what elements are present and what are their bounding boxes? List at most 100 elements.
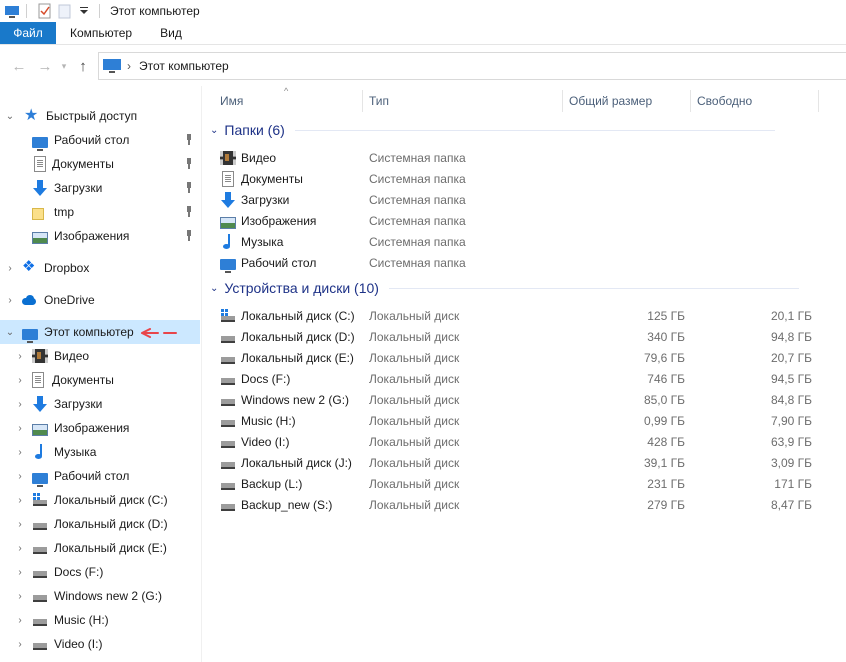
list-item[interactable]: Рабочий стол Системная папка — [220, 252, 820, 273]
drive-row[interactable]: Локальный диск (E:) Локальный диск 79,6 … — [220, 347, 820, 368]
chevron-right-icon[interactable]: › — [14, 351, 26, 362]
nav-pc-documents[interactable]: › Документы — [0, 368, 200, 392]
nav-pc-drive-g[interactable]: › Windows new 2 (G:) — [0, 584, 200, 608]
computer-app-icon — [4, 3, 20, 19]
breadcrumb-chevron-icon[interactable]: › — [127, 59, 131, 73]
drive-row[interactable]: Локальный диск (J:) Локальный диск 39,1 … — [220, 452, 820, 473]
nav-label: Music (H:) — [54, 613, 109, 627]
column-resize-handle[interactable] — [818, 90, 819, 112]
list-item[interactable]: Загрузки Системная папка — [220, 189, 820, 210]
nav-quick-desktop[interactable]: Рабочий стол — [0, 128, 200, 152]
disk-icon — [220, 392, 236, 408]
properties-icon[interactable] — [37, 3, 53, 19]
nav-label: Локальный диск (E:) — [54, 541, 167, 555]
chevron-down-icon[interactable]: ⌄ — [4, 327, 16, 338]
drive-row[interactable]: Локальный диск (D:) Локальный диск 340 Г… — [220, 326, 820, 347]
tab-file[interactable]: Файл — [0, 22, 56, 44]
address-bar[interactable]: › Этот компьютер — [98, 52, 846, 80]
chevron-right-icon[interactable]: › — [14, 399, 26, 410]
drive-row[interactable]: Backup_new (S:) Локальный диск 279 ГБ 8,… — [220, 494, 820, 515]
column-resize-handle[interactable] — [690, 90, 691, 112]
customize-toolbar-dropdown-icon[interactable] — [77, 3, 93, 19]
nav-quick-downloads[interactable]: Загрузки — [0, 176, 200, 200]
column-resize-handle[interactable] — [562, 90, 563, 112]
nav-quick-documents[interactable]: Документы — [0, 152, 200, 176]
nav-label: Музыка — [54, 445, 97, 459]
video-icon — [32, 349, 48, 363]
nav-pc-drive-h[interactable]: › Music (H:) — [0, 608, 200, 632]
chevron-right-icon[interactable]: › — [14, 471, 26, 482]
list-item[interactable]: Изображения Системная папка — [220, 210, 820, 231]
nav-pc-drive-i[interactable]: › Video (I:) — [0, 632, 200, 656]
back-button[interactable]: ← — [6, 53, 32, 79]
nav-dropbox[interactable]: › Dropbox — [0, 256, 200, 280]
nav-pc-drive-e[interactable]: › Локальный диск (E:) — [0, 536, 200, 560]
nav-quick-pictures[interactable]: Изображения — [0, 224, 200, 248]
item-name: Локальный диск (C:) — [241, 308, 355, 323]
documents-icon — [222, 170, 234, 187]
item-name: Backup (L:) — [241, 476, 303, 491]
chevron-right-icon[interactable]: › — [14, 567, 26, 578]
up-button[interactable]: ↑ — [70, 53, 96, 79]
column-header-type[interactable]: Тип — [369, 86, 389, 116]
nav-label: Docs (F:) — [54, 565, 104, 579]
chevron-right-icon[interactable]: › — [14, 375, 26, 386]
forward-button[interactable]: → — [32, 53, 58, 79]
downloads-icon — [32, 396, 48, 412]
nav-pc-drive-f[interactable]: › Docs (F:) — [0, 560, 200, 584]
tab-view[interactable]: Вид — [146, 22, 196, 44]
list-item[interactable]: Музыка Системная папка — [220, 231, 820, 252]
drive-row[interactable]: Windows new 2 (G:) Локальный диск 85,0 Г… — [220, 389, 820, 410]
item-type: Локальный диск — [369, 392, 460, 407]
column-header-total-size[interactable]: Общий размер — [569, 86, 652, 116]
nav-onedrive[interactable]: › OneDrive — [0, 288, 200, 312]
chevron-down-icon[interactable]: ⌄ — [4, 111, 16, 122]
item-type: Системная папка — [369, 192, 466, 207]
item-free-space: 20,7 ГБ — [770, 350, 812, 365]
nav-pc-video[interactable]: › Видео — [0, 344, 200, 368]
chevron-right-icon[interactable]: › — [4, 263, 16, 274]
chevron-right-icon[interactable]: › — [14, 519, 26, 530]
column-header-free-space[interactable]: Свободно — [697, 86, 752, 116]
group-header-folders[interactable]: ⌄ Папки (6) — [210, 122, 810, 138]
nav-pc-drive-d[interactable]: › Локальный диск (D:) — [0, 512, 200, 536]
item-type: Локальный диск — [369, 476, 460, 491]
nav-this-pc[interactable]: ⌄ Этот компьютер — [0, 320, 200, 344]
nav-quick-tmp[interactable]: tmp — [0, 200, 200, 224]
nav-label: OneDrive — [44, 293, 95, 307]
nav-quick-access[interactable]: ⌄ Быстрый доступ — [0, 104, 200, 128]
chevron-right-icon[interactable]: › — [14, 591, 26, 602]
chevron-right-icon[interactable]: › — [14, 543, 26, 554]
tab-computer[interactable]: Компьютер — [56, 22, 146, 44]
nav-pc-music[interactable]: › Музыка — [0, 440, 200, 464]
breadcrumb-this-pc[interactable]: Этот компьютер — [139, 59, 229, 73]
item-type: Локальный диск — [369, 308, 460, 323]
item-type: Системная папка — [369, 213, 466, 228]
drive-row[interactable]: Music (H:) Локальный диск 0,99 ГБ 7,90 Г… — [220, 410, 820, 431]
list-item[interactable]: Документы Системная папка — [220, 168, 820, 189]
drive-row[interactable]: Docs (F:) Локальный диск 746 ГБ 94,5 ГБ — [220, 368, 820, 389]
chevron-right-icon[interactable]: › — [14, 423, 26, 434]
chevron-down-icon[interactable]: ⌄ — [210, 125, 218, 136]
item-type: Локальный диск — [369, 329, 460, 344]
recent-locations-button[interactable]: ▾ — [58, 53, 70, 79]
drive-row[interactable]: Backup (L:) Локальный диск 231 ГБ 171 ГБ — [220, 473, 820, 494]
nav-pc-desktop[interactable]: › Рабочий стол — [0, 464, 200, 488]
drive-row[interactable]: Локальный диск (C:) Локальный диск 125 Г… — [220, 305, 820, 326]
nav-pc-pictures[interactable]: › Изображения — [0, 416, 200, 440]
drive-row[interactable]: Video (I:) Локальный диск 428 ГБ 63,9 ГБ — [220, 431, 820, 452]
column-header-name[interactable]: Имя — [220, 86, 243, 116]
toolbar-divider — [26, 4, 27, 18]
chevron-right-icon[interactable]: › — [14, 495, 26, 506]
chevron-right-icon[interactable]: › — [14, 615, 26, 626]
chevron-right-icon[interactable]: › — [4, 295, 16, 306]
list-item[interactable]: Видео Системная папка — [220, 147, 820, 168]
nav-pc-downloads[interactable]: › Загрузки — [0, 392, 200, 416]
chevron-right-icon[interactable]: › — [14, 639, 26, 650]
group-header-drives[interactable]: ⌄ Устройства и диски (10) — [210, 280, 810, 296]
new-folder-icon[interactable] — [57, 3, 73, 19]
chevron-right-icon[interactable]: › — [14, 447, 26, 458]
chevron-down-icon[interactable]: ⌄ — [210, 283, 218, 294]
column-resize-handle[interactable] — [362, 90, 363, 112]
nav-pc-drive-c[interactable]: › Локальный диск (C:) — [0, 488, 200, 512]
